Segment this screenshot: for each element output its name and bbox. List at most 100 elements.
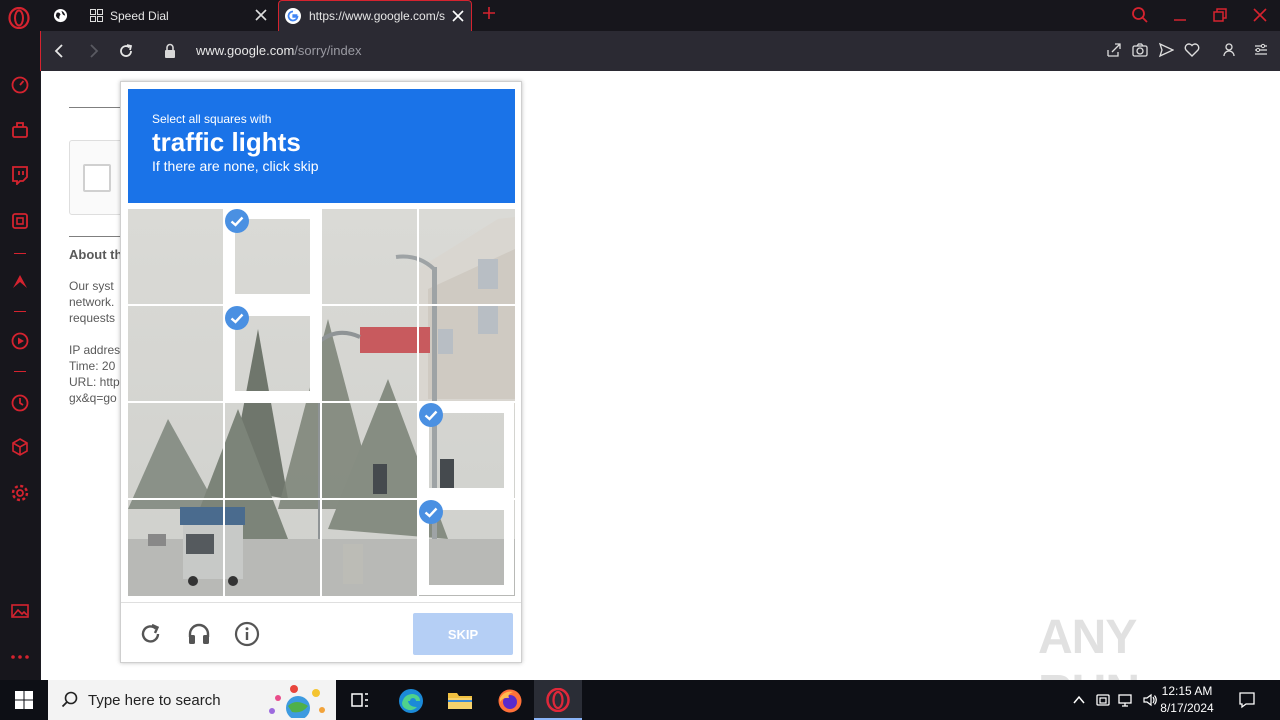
captcha-tile[interactable] — [225, 500, 320, 595]
info-icon[interactable] — [234, 621, 260, 647]
tab-bar: Speed Dial https://www.google.com/s — [0, 0, 1280, 31]
captcha-tile[interactable] — [225, 209, 320, 304]
search-placeholder: Type here to search — [88, 692, 221, 709]
skip-button[interactable]: SKIP — [413, 613, 513, 655]
meet-now-icon[interactable] — [1095, 692, 1111, 708]
heart-icon[interactable] — [1184, 42, 1200, 58]
gx-control-icon[interactable] — [10, 211, 30, 231]
lock-icon[interactable] — [163, 43, 177, 59]
captcha-tile[interactable] — [322, 306, 417, 401]
body-line: Our syst — [69, 279, 114, 293]
captcha-tile[interactable] — [322, 403, 417, 498]
audio-icon[interactable] — [186, 621, 212, 647]
extensions-cube-icon[interactable] — [10, 437, 30, 457]
profile-icon[interactable] — [1221, 42, 1237, 58]
captcha-tile[interactable] — [128, 403, 223, 498]
easy-setup-icon[interactable] — [1253, 42, 1269, 58]
captcha-tile[interactable] — [128, 306, 223, 401]
edge-icon[interactable] — [398, 688, 424, 714]
selected-check-icon — [225, 306, 249, 330]
share-icon[interactable] — [1106, 42, 1122, 58]
captcha-tile[interactable] — [419, 209, 514, 304]
challenge-target: traffic lights — [152, 127, 301, 157]
close-tab-icon[interactable] — [451, 9, 465, 23]
close-tab-icon[interactable] — [254, 8, 268, 22]
body-line: network. — [69, 295, 115, 309]
reload-page-icon[interactable] — [117, 42, 135, 60]
settings-gear-icon[interactable] — [10, 483, 30, 503]
url-host: www.google.com — [196, 43, 295, 58]
show-hidden-icons-icon[interactable] — [1071, 692, 1087, 708]
captcha-tile[interactable] — [322, 500, 417, 595]
sidebar — [0, 31, 40, 680]
aria-icon[interactable] — [10, 271, 30, 291]
search-tabs-icon[interactable] — [1131, 6, 1149, 24]
about-heading: About th — [69, 247, 123, 262]
selected-check-icon — [225, 209, 249, 233]
minimize-icon[interactable] — [1171, 6, 1189, 24]
notifications-icon[interactable] — [1238, 691, 1256, 709]
close-window-icon[interactable] — [1251, 6, 1269, 24]
history-icon[interactable] — [10, 393, 30, 413]
globe-icon — [52, 8, 68, 24]
captcha-tile[interactable] — [225, 403, 320, 498]
camera-icon[interactable] — [1132, 42, 1148, 58]
clock-date: 8/17/2024 — [1160, 701, 1214, 715]
taskbar: Type here to search 12:15 AM 8/17/2024 — [0, 680, 1280, 720]
selected-check-icon — [419, 403, 443, 427]
twitch-icon[interactable] — [10, 165, 30, 185]
captcha-tile[interactable] — [128, 500, 223, 595]
captcha-tile[interactable] — [128, 209, 223, 304]
gaming-icon[interactable] — [10, 120, 30, 140]
speedometer-icon[interactable] — [10, 75, 30, 95]
sidebar-divider — [14, 311, 26, 312]
tab-google-sorry[interactable]: https://www.google.com/s — [278, 0, 472, 31]
google-favicon-icon — [285, 8, 301, 24]
clock-time: 12:15 AM — [1161, 684, 1213, 698]
captcha-tile[interactable] — [419, 403, 514, 498]
windows-start-icon[interactable] — [12, 688, 36, 712]
forward-icon[interactable] — [84, 42, 102, 60]
firefox-icon[interactable] — [497, 688, 523, 714]
opera-taskbar-button[interactable] — [534, 680, 582, 720]
task-view-icon[interactable] — [348, 688, 372, 712]
info-line: URL: http — [69, 375, 120, 389]
recaptcha-challenge: Select all squares with traffic lights I… — [120, 81, 522, 663]
more-icon[interactable] — [10, 651, 30, 663]
info-line: Time: 20 — [69, 359, 116, 373]
info-line: gx&q=go — [69, 391, 117, 405]
opera-taskbar-icon — [546, 688, 570, 712]
captcha-tile[interactable] — [419, 500, 514, 595]
captcha-tile[interactable] — [419, 306, 514, 401]
sidebar-divider — [14, 371, 26, 372]
info-line: IP addres — [69, 343, 121, 357]
url-path: /sorry/index — [294, 43, 362, 58]
url-field[interactable]: www.google.com/sorry/index — [196, 43, 361, 58]
captcha-tile[interactable] — [225, 306, 320, 401]
player-icon[interactable] — [10, 331, 30, 351]
network-icon[interactable] — [1118, 692, 1134, 708]
opera-menu-icon[interactable] — [8, 7, 30, 29]
send-icon[interactable] — [1158, 42, 1174, 58]
system-clock[interactable]: 12:15 AM 8/17/2024 — [1152, 683, 1222, 717]
recaptcha-checkbox[interactable] — [83, 164, 111, 192]
wallpaper-icon[interactable] — [10, 601, 30, 621]
back-icon[interactable] — [51, 42, 69, 60]
taskbar-search-box[interactable]: Type here to search — [48, 680, 336, 720]
tab-label: https://www.google.com/s — [309, 9, 446, 23]
sidebar-divider — [14, 253, 26, 254]
selected-check-icon — [419, 500, 443, 524]
file-explorer-icon[interactable] — [447, 688, 473, 712]
address-bar: www.google.com/sorry/index — [40, 31, 1280, 71]
search-highlight-icon — [266, 684, 330, 718]
challenge-footer: SKIP — [121, 602, 521, 663]
speed-dial-grid-icon — [88, 8, 104, 24]
captcha-tile[interactable] — [322, 209, 417, 304]
search-icon — [60, 690, 80, 710]
tab-speed-dial[interactable]: Speed Dial — [42, 0, 274, 31]
reload-icon[interactable] — [138, 621, 164, 647]
restore-icon[interactable] — [1211, 6, 1229, 24]
new-tab-icon[interactable] — [481, 5, 497, 21]
instruction-line: Select all squares with — [152, 112, 272, 126]
challenge-header: Select all squares with traffic lights I… — [128, 89, 515, 203]
